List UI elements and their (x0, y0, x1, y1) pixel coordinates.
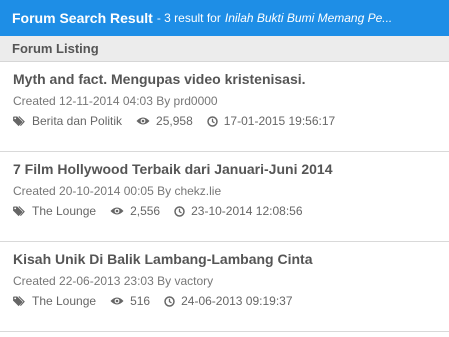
thread-list: Myth and fact. Mengupas video kristenisa… (0, 62, 449, 332)
thread-created: Created 12-11-2014 04:03 By prd0000 (13, 94, 218, 108)
tag-icon (13, 115, 32, 127)
last-post-stat: 23-10-2014 12:08:56 (174, 204, 303, 218)
thread-title-link[interactable]: Myth and fact. Mengupas video kristenisa… (13, 70, 437, 88)
views-count: 2,556 (130, 204, 161, 218)
category-link[interactable]: Berita dan Politik (32, 114, 122, 128)
search-query: Inilah Bukti Bumi Memang Pe... (224, 11, 393, 25)
last-post-time: 17-01-2015 19:56:17 (223, 114, 336, 128)
last-post-stat: 17-01-2015 19:56:17 (207, 114, 335, 128)
thread-created: Created 20-10-2014 00:05 By chekz.lie (13, 184, 222, 198)
views-stat: 25,958 (136, 114, 193, 128)
category-stat: The Lounge (13, 294, 96, 308)
thread-stats: Berita dan Politik 25,958 17-01-2015 19:… (13, 114, 437, 128)
thread-stats: The Lounge 2,556 23-10-2014 12:08:56 (13, 204, 437, 218)
category-stat: The Lounge (13, 204, 96, 218)
category-stat: Berita dan Politik (13, 114, 122, 128)
list-item: 7 Film Hollywood Terbaik dari Januari-Ju… (0, 152, 449, 242)
thread-title-link[interactable]: Kisah Unik Di Balik Lambang-Lambang Cint… (13, 250, 437, 268)
views-stat: 2,556 (110, 204, 160, 218)
views-stat: 516 (110, 294, 150, 308)
last-post-time: 24-06-2013 09:19:37 (181, 294, 293, 308)
thread-title-link[interactable]: 7 Film Hollywood Terbaik dari Januari-Ju… (13, 160, 437, 178)
clock-icon (207, 115, 224, 127)
last-post-stat: 24-06-2013 09:19:37 (164, 294, 293, 308)
search-result-header: Forum Search Result - 3 result for Inila… (0, 0, 449, 36)
clock-icon (164, 295, 181, 307)
eye-icon (136, 116, 156, 126)
category-link[interactable]: The Lounge (32, 294, 96, 308)
section-label: Forum Listing (12, 41, 99, 56)
thread-stats: The Lounge 516 24-06-2013 09:19:37 (13, 294, 437, 308)
tag-icon (13, 205, 32, 217)
last-post-time: 23-10-2014 12:08:56 (191, 204, 303, 218)
thread-created: Created 22-06-2013 23:03 By vactory (13, 274, 214, 288)
eye-icon (110, 206, 130, 216)
eye-icon (110, 296, 130, 306)
clock-icon (174, 205, 191, 217)
list-item: Myth and fact. Mengupas video kristenisa… (0, 62, 449, 152)
forum-listing-heading: Forum Listing (0, 36, 449, 62)
tag-icon (13, 295, 32, 307)
views-count: 516 (130, 294, 151, 308)
views-count: 25,958 (156, 114, 193, 128)
list-item: Kisah Unik Di Balik Lambang-Lambang Cint… (0, 242, 449, 332)
result-count: - 3 result for (156, 11, 221, 25)
category-link[interactable]: The Lounge (32, 204, 96, 218)
header-title: Forum Search Result (12, 10, 153, 26)
